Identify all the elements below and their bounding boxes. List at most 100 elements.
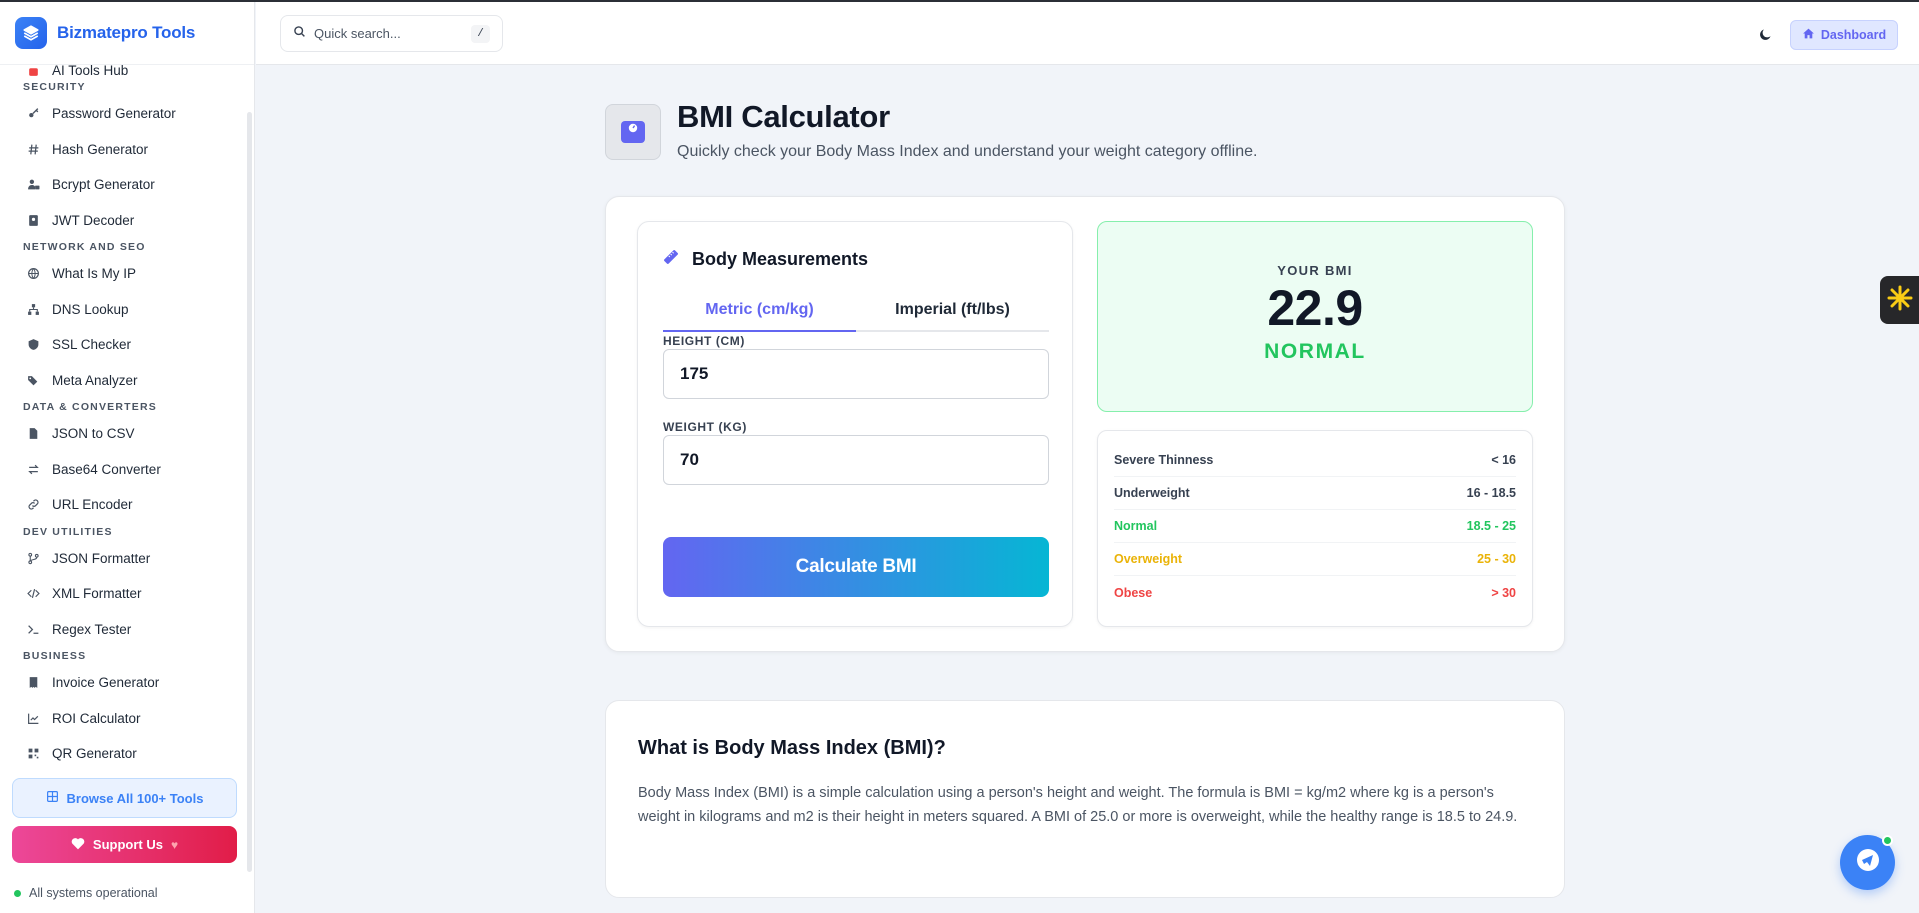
quick-search[interactable]: /: [280, 15, 503, 52]
invoice-icon: [26, 676, 40, 690]
sidebar-item-xml-formatter[interactable]: XML Formatter: [0, 576, 246, 612]
range-value: < 16: [1491, 453, 1516, 467]
moon-icon[interactable]: [1756, 25, 1774, 43]
body-measurements-card: Body Measurements Metric (cm/kg) Imperia…: [637, 221, 1073, 627]
sidebar-item-ssl-checker[interactable]: SSL Checker: [0, 327, 246, 363]
sitemap-icon: [26, 302, 40, 316]
brand-name: Bizmatepro Tools: [57, 23, 196, 42]
sidebar-item-what-is-my-ip[interactable]: What Is My IP: [0, 256, 246, 292]
globe-icon: [26, 267, 40, 281]
key-icon: [26, 107, 40, 121]
topbar: / Dashboard: [256, 2, 1919, 65]
sidebar-item-dns-lookup[interactable]: DNS Lookup: [0, 292, 246, 328]
sidebar-item-regex-tester[interactable]: Regex Tester: [0, 612, 246, 648]
home-icon: [1802, 27, 1815, 43]
branch-icon: [26, 551, 40, 565]
support-us-button[interactable]: Support Us ♥: [12, 826, 237, 863]
sidebar-item-label: Password Generator: [52, 106, 176, 122]
sidebar-item-url-encoder[interactable]: URL Encoder: [0, 487, 246, 523]
sidebar-item-label: Regex Tester: [52, 621, 132, 637]
bmi-info-card: What is Body Mass Index (BMI)? Body Mass…: [605, 700, 1565, 898]
sidebar-item-meta-analyzer[interactable]: Meta Analyzer: [0, 363, 246, 399]
sidebar-section-dev-utilities: DEV UTILITIES: [23, 525, 113, 538]
sidebar-item-invoice-generator[interactable]: Invoice Generator: [0, 665, 246, 701]
range-row-overweight: Overweight 25 - 30: [1114, 543, 1516, 576]
sidebar: Bizmatepro Tools AI Tools Hub SECURITY Pa…: [0, 2, 255, 913]
sidebar-item-qr-generator[interactable]: QR Generator: [0, 736, 246, 765]
tab-imperial[interactable]: Imperial (ft/lbs): [856, 290, 1049, 330]
height-field[interactable]: [663, 349, 1049, 399]
sidebar-section-network-and-seo: NETWORK AND SEO: [23, 241, 146, 253]
send-icon: [1856, 848, 1880, 877]
range-row-normal: Normal 18.5 - 25: [1114, 510, 1516, 543]
bmi-value: 22.9: [1267, 280, 1363, 336]
sidebar-nav[interactable]: AI Tools Hub SECURITY Password Generator H…: [0, 65, 246, 765]
layers-icon: [15, 17, 47, 49]
sidebar-item-label: AI Tools Hub: [52, 65, 129, 78]
accessibility-widget[interactable]: [1880, 276, 1919, 324]
sidebar-item-password-generator[interactable]: Password Generator: [0, 96, 246, 132]
sidebar-scrollbar[interactable]: [247, 112, 252, 872]
sidebar-item-label: Base64 Converter: [52, 461, 161, 477]
unit-tabs: Metric (cm/kg) Imperial (ft/lbs): [663, 290, 1049, 332]
sidebar-item-label: Bcrypt Generator: [52, 177, 155, 193]
browse-all-tools-button[interactable]: Browse All 100+ Tools: [12, 778, 237, 818]
weight-field[interactable]: [663, 435, 1049, 485]
form-heading: Body Measurements: [662, 248, 868, 271]
system-status: All systems operational: [14, 886, 158, 900]
sidebar-item-label: Hash Generator: [52, 141, 149, 157]
ruler-icon: [662, 248, 680, 271]
grid-icon: [46, 790, 59, 806]
sidebar-item-label: What Is My IP: [52, 266, 137, 282]
range-value: 25 - 30: [1477, 552, 1516, 566]
sidebar-section-business: BUSINESS: [23, 650, 87, 662]
sidebar-item-json-to-csv[interactable]: JSON to CSV: [0, 416, 246, 452]
sidebar-item-label: XML Formatter: [52, 586, 142, 602]
sidebar-item-label: JSON to CSV: [52, 426, 135, 442]
sidebar-item-ai-tools-hub[interactable]: AI Tools Hub: [0, 65, 246, 78]
range-value: 16 - 18.5: [1466, 486, 1516, 500]
chat-button[interactable]: [1840, 835, 1895, 890]
sidebar-section-security: SECURITY: [23, 81, 86, 93]
sidebar-item-jwt-decoder[interactable]: JWT Decoder: [0, 203, 246, 239]
heart-emoji-icon: ♥: [170, 837, 179, 852]
weight-scale-icon: [605, 104, 661, 160]
heart-icon: [71, 837, 85, 853]
info-body: Body Mass Index (BMI) is a simple calcul…: [638, 785, 1518, 825]
browse-all-tools-label: Browse All 100+ Tools: [66, 790, 204, 806]
sidebar-item-bcrypt-generator[interactable]: Bcrypt Generator: [0, 167, 246, 203]
range-value: 18.5 - 25: [1466, 519, 1516, 533]
bmi-range-table: Severe Thinness < 16 Underweight 16 - 18.5 N…: [1097, 430, 1533, 627]
result-label: YOUR BMI: [1277, 263, 1353, 278]
sidebar-item-json-formatter[interactable]: JSON Formatter: [0, 541, 246, 577]
range-row-obese: Obese > 30: [1114, 576, 1516, 609]
shield-icon: [26, 338, 40, 352]
exchange-icon: [26, 462, 40, 476]
sidebar-item-hash-generator[interactable]: Hash Generator: [0, 132, 246, 168]
sparkle-icon: [1886, 284, 1914, 317]
user-lock-icon: [26, 178, 40, 192]
calculate-bmi-button[interactable]: Calculate BMI: [663, 537, 1049, 597]
tags-icon: [26, 373, 40, 387]
terminal-icon: [26, 622, 40, 636]
sidebar-item-label: Invoice Generator: [52, 675, 160, 691]
sidebar-item-label: URL Encoder: [52, 497, 133, 513]
sidebar-item-base64-converter[interactable]: Base64 Converter: [0, 452, 246, 488]
sidebar-item-label: Meta Analyzer: [52, 372, 138, 388]
status-text: All systems operational: [29, 886, 158, 900]
dashboard-button[interactable]: Dashboard: [1790, 20, 1898, 50]
chart-line-icon: [26, 711, 40, 725]
range-value: > 30: [1491, 585, 1516, 600]
sidebar-item-label: QR Generator: [52, 746, 137, 762]
status-dot-icon: [14, 889, 21, 897]
sidebar-item-roi-calculator[interactable]: ROI Calculator: [0, 701, 246, 737]
sidebar-item-label: DNS Lookup: [52, 301, 129, 317]
dashboard-label: Dashboard: [1820, 28, 1887, 42]
code-icon: [26, 587, 40, 601]
height-label: HEIGHT (CM): [663, 334, 745, 348]
page-subtitle: Quickly check your Body Mass Index and u…: [677, 143, 1258, 160]
online-indicator: [1882, 835, 1893, 846]
search-input[interactable]: [314, 26, 464, 41]
brand[interactable]: Bizmatepro Tools: [0, 2, 254, 65]
tab-metric[interactable]: Metric (cm/kg): [663, 290, 856, 332]
